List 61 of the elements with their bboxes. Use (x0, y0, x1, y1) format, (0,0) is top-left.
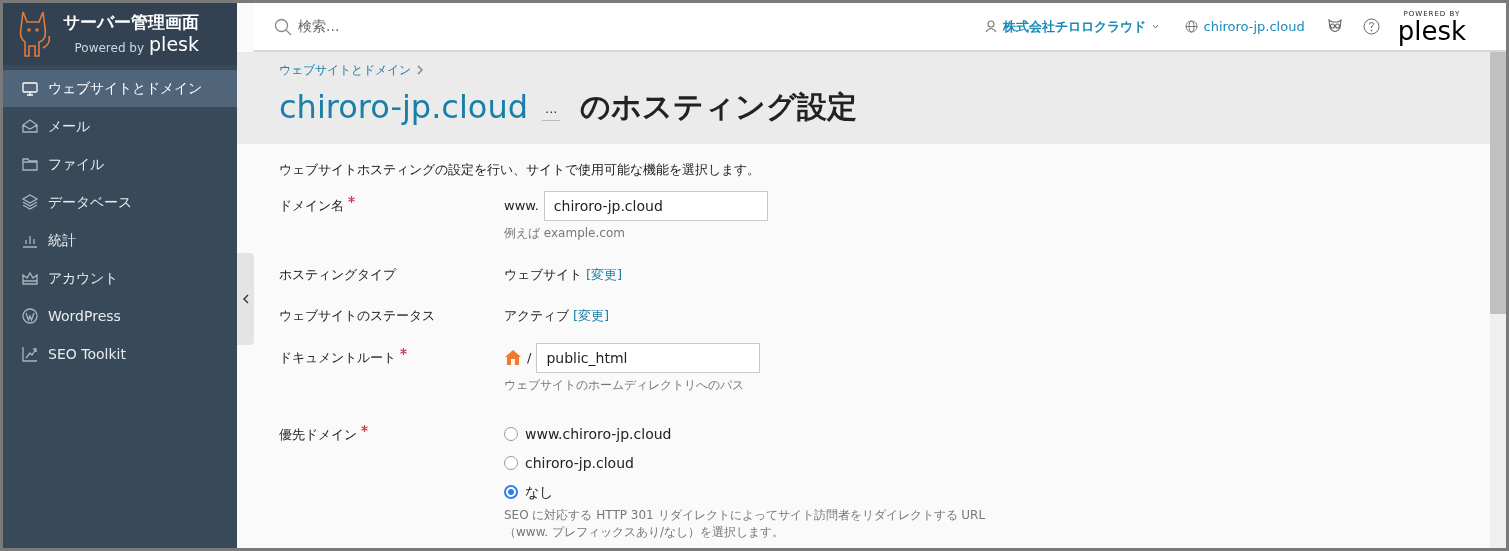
account-menu[interactable]: 株式会社チロロクラウド (984, 16, 1159, 37)
owl-icon[interactable] (1326, 18, 1343, 35)
user-icon (984, 20, 997, 33)
seo-icon (21, 345, 39, 363)
radio-button[interactable] (504, 485, 518, 499)
change-link[interactable]: [変更] (586, 264, 623, 284)
field-label: ホスティングタイプ (279, 265, 396, 284)
radio-label: www.chiroro-jp.cloud (525, 424, 672, 444)
hint-text: 例えば example.com (504, 224, 626, 242)
sidebar-item[interactable]: WordPress (3, 297, 237, 335)
scrollbar-thumb[interactable] (1490, 52, 1506, 314)
plesk-logo: plesk (1397, 17, 1466, 44)
page-title: のホスティング設定 (580, 88, 858, 126)
radio-button[interactable] (504, 427, 518, 441)
mail-icon (21, 117, 39, 135)
radio-label: なし (525, 482, 553, 502)
sidebar-item[interactable]: ウェブサイトとドメイン (3, 70, 237, 107)
home-icon (504, 349, 522, 366)
field-label: 優先ドメイン (279, 425, 357, 444)
field-label: ウェブサイトのステータス (279, 307, 435, 325)
globe-icon (1184, 20, 1198, 33)
powered-by-text: Powered by (74, 40, 145, 57)
wordpress-icon (21, 307, 39, 325)
plesk-logo: plesk (149, 33, 199, 57)
breadcrumb-link[interactable]: ウェブサイトとドメイン (279, 61, 411, 79)
sidebar-item[interactable]: アカウント (3, 259, 237, 297)
sidebar-item[interactable]: SEO Toolkit (3, 335, 237, 373)
search-icon (274, 17, 292, 36)
sidebar-item[interactable]: ファイル (3, 145, 237, 183)
required-icon (400, 347, 407, 355)
chevron-right-icon (417, 65, 423, 75)
brand-title: サーバー管理画面 (63, 11, 199, 33)
intro-text: ウェブサイトホスティングの設定を行い、サイトで使用可能な機能を選択します。 (279, 161, 761, 179)
radio-button[interactable] (504, 456, 518, 470)
input-prefix: / (527, 348, 532, 367)
input-prefix: www. (504, 196, 539, 215)
domain-link[interactable]: chiroro-jp.cloud (279, 87, 528, 127)
sidebar-item[interactable]: データベース (3, 183, 237, 221)
field-label: ドキュメントルート (279, 348, 396, 367)
folder-icon (21, 155, 39, 173)
caret-icon (1151, 24, 1159, 29)
text-field[interactable]: chiroro-jp.cloud (543, 190, 768, 221)
help-icon[interactable] (1362, 18, 1380, 35)
radio-label: chiroro-jp.cloud (525, 453, 634, 473)
hint-text: SEO に対応する HTTP 301 リダイレクトによってサイト訪問者をリダイレクトする URL （www. プレフィックスあり/なし）を選択します。 (504, 506, 986, 541)
change-link[interactable]: [変更] (573, 306, 610, 326)
text-field[interactable]: public_html (536, 342, 761, 373)
sidebar-item[interactable]: 統計 (3, 221, 237, 259)
required-icon (348, 195, 355, 203)
site-link[interactable]: chiroro-jp.cloud (1184, 16, 1305, 37)
monitor-icon (21, 79, 39, 98)
more-button[interactable]: ... (542, 98, 561, 121)
field-label: ドメイン名 (279, 196, 344, 215)
sidebar-item[interactable]: メール (3, 107, 237, 145)
field-value: アクティブ (504, 307, 569, 325)
field-value: ウェブサイト (504, 265, 582, 284)
search-field[interactable]: 検索... (298, 16, 548, 37)
hint-text: ウェブサイトのホームディレクトリへのパス (504, 376, 745, 394)
required-icon (361, 424, 368, 432)
layers-icon (21, 193, 39, 211)
chevron-left-icon (242, 294, 249, 304)
